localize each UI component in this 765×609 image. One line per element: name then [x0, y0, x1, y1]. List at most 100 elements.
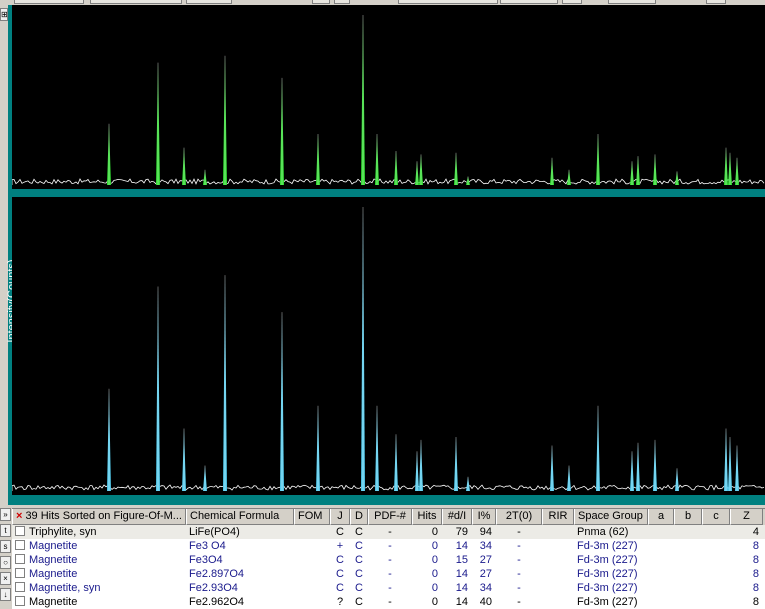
toolbar-button[interactable] — [398, 0, 498, 4]
row-checkbox[interactable] — [15, 568, 25, 578]
b-value — [674, 553, 702, 567]
plot-frame: Intensity(Counts) — [6, 5, 765, 505]
toolbar-button[interactable] — [334, 0, 350, 4]
fom-value — [294, 581, 330, 595]
a-value — [648, 539, 674, 553]
hits-count: 0 — [431, 540, 438, 552]
pdf-number: - — [388, 526, 392, 538]
a-value — [648, 567, 674, 581]
d-over-i-value: 79 — [455, 526, 468, 538]
column-header-hits[interactable]: Hits — [412, 509, 442, 525]
j-value: C — [336, 568, 344, 580]
column-header-two-theta[interactable]: 2T(0) — [496, 509, 542, 525]
column-header-d[interactable]: D — [350, 509, 368, 525]
table-tool-strip: » t s ○ × ↓ — [0, 508, 12, 609]
d-value: C — [355, 526, 363, 538]
a-value — [648, 553, 674, 567]
column-header-fom[interactable]: FOM — [294, 509, 330, 525]
toolbar-button[interactable] — [562, 0, 582, 4]
d-value: C — [355, 582, 363, 594]
row-checkbox[interactable] — [15, 596, 25, 606]
d-over-i-value: 15 — [455, 554, 468, 566]
rir-value — [542, 595, 574, 609]
rir-value — [542, 539, 574, 553]
pdf-number: - — [388, 582, 392, 594]
phase-name: Magnetite — [29, 596, 78, 608]
table-row[interactable]: Magnetite, syn Fe2.93O4 C C - 0 14 34 - … — [12, 581, 765, 595]
search-hits-table: × 39 Hits Sorted on Figure-Of-M... Chemic… — [12, 508, 765, 609]
j-value: C — [336, 582, 344, 594]
delete-icon[interactable]: × — [0, 572, 11, 585]
row-checkbox[interactable] — [15, 582, 25, 592]
toolbar-button[interactable] — [14, 0, 84, 4]
chemical-formula: Fe3 O4 — [189, 540, 226, 552]
down-icon[interactable]: ↓ — [0, 588, 11, 601]
arrow-right-icon[interactable]: » — [0, 508, 11, 521]
toolbar-button[interactable] — [706, 0, 726, 4]
phase-name: Magnetite, syn — [29, 582, 101, 594]
a-value — [648, 581, 674, 595]
hits-count: 0 — [431, 596, 438, 608]
d-value: C — [355, 596, 363, 608]
two-theta-value: - — [517, 526, 521, 538]
column-header-intensity-pct[interactable]: I% — [472, 509, 496, 525]
rir-value — [542, 567, 574, 581]
column-header-b[interactable]: b — [674, 509, 702, 525]
pdf-number: - — [388, 596, 392, 608]
hits-count: 0 — [431, 526, 438, 538]
toolbar-button[interactable] — [186, 0, 232, 4]
column-header-z[interactable]: Z — [730, 509, 763, 525]
two-theta-value: - — [517, 568, 521, 580]
phase-name: Triphylite, syn — [29, 526, 97, 538]
z-value: 8 — [752, 582, 759, 594]
column-header-formula[interactable]: Chemical Formula — [186, 509, 294, 525]
zoom-tool-icon[interactable]: ⊞ — [0, 8, 8, 21]
intensity-pct-value: 94 — [479, 526, 492, 538]
b-value — [674, 567, 702, 581]
rir-value — [542, 553, 574, 567]
toolbar-button[interactable] — [312, 0, 330, 4]
row-checkbox[interactable] — [15, 540, 25, 550]
table-row[interactable]: Magnetite Fe2.962O4 ? C - 0 14 40 - Fd-3… — [12, 595, 765, 609]
j-value: C — [336, 554, 344, 566]
row-checkbox[interactable] — [15, 526, 25, 536]
table-row[interactable]: Magnetite Fe2.897O4 C C - 0 14 27 - Fd-3… — [12, 567, 765, 581]
pattern-panel-top[interactable] — [12, 5, 765, 189]
j-value: + — [336, 540, 344, 552]
pattern-panel-bottom[interactable] — [12, 197, 765, 495]
column-header-a[interactable]: a — [648, 509, 674, 525]
toolbar-button[interactable] — [500, 0, 558, 4]
hits-title-header[interactable]: × 39 Hits Sorted on Figure-Of-M... — [12, 509, 186, 525]
d-value: C — [355, 540, 363, 552]
pdf-number: - — [388, 554, 392, 566]
a-value — [648, 595, 674, 609]
table-row[interactable]: Magnetite Fe3O4 C C - 0 15 27 - Fd-3m (2… — [12, 553, 765, 567]
chemical-formula: Fe2.93O4 — [189, 582, 238, 594]
two-theta-value: - — [517, 582, 521, 594]
pattern-plot-bottom — [12, 207, 765, 491]
row-checkbox[interactable] — [15, 554, 25, 564]
d-over-i-value: 14 — [455, 596, 468, 608]
column-header-space-group[interactable]: Space Group — [574, 509, 648, 525]
intensity-pct-value: 40 — [479, 596, 492, 608]
filter-icon[interactable]: t — [0, 524, 11, 537]
d-over-i-value: 14 — [455, 582, 468, 594]
close-icon[interactable]: × — [16, 510, 22, 522]
z-value: 8 — [752, 554, 759, 566]
clear-icon[interactable]: ○ — [0, 556, 11, 569]
table-row[interactable]: Magnetite Fe3 O4 + C - 0 14 34 - Fd-3m (… — [12, 539, 765, 553]
column-header-j[interactable]: J — [330, 509, 350, 525]
z-value: 8 — [752, 596, 759, 608]
column-header-pdf[interactable]: PDF-# — [368, 509, 412, 525]
toolbar-button[interactable] — [608, 0, 656, 4]
sort-icon[interactable]: s — [0, 540, 11, 553]
z-value: 4 — [752, 526, 759, 538]
column-header-c[interactable]: c — [702, 509, 730, 525]
column-header-rir[interactable]: RIR — [542, 509, 574, 525]
space-group-value: Fd-3m (227) — [577, 582, 638, 594]
table-row[interactable]: Triphylite, syn LiFe(PO4) C C - 0 79 94 … — [12, 525, 765, 539]
j-value: ? — [336, 596, 344, 608]
column-header-d-over-i[interactable]: #d/I — [442, 509, 472, 525]
toolbar-button[interactable] — [90, 0, 182, 4]
c-value — [702, 595, 730, 609]
